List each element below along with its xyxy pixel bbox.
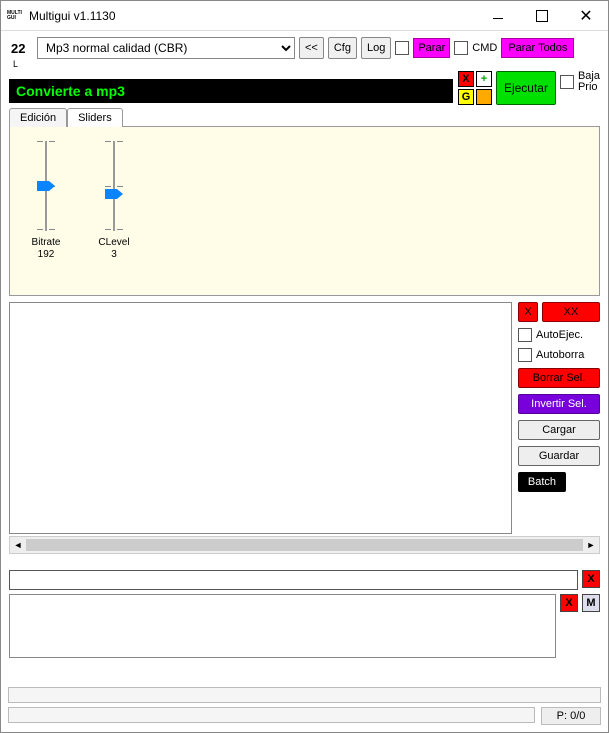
add-button[interactable]: + bbox=[476, 71, 492, 87]
file-list-hscroll[interactable]: ◄ ► bbox=[9, 536, 600, 554]
ejecutar-button[interactable]: Ejecutar bbox=[496, 71, 556, 105]
preset-select[interactable]: Mp3 normal calidad (CBR) bbox=[37, 37, 295, 59]
cmd-label: CMD bbox=[472, 42, 497, 54]
parar-button[interactable]: Parar bbox=[413, 38, 450, 58]
file-list[interactable] bbox=[9, 302, 512, 534]
preset-number: 22 bbox=[11, 41, 33, 56]
delete-all-button[interactable]: XX bbox=[542, 302, 600, 322]
command-input[interactable] bbox=[9, 570, 578, 590]
remove-button[interactable]: X bbox=[458, 71, 474, 87]
m-button[interactable]: M bbox=[582, 594, 600, 612]
back-button[interactable]: << bbox=[299, 37, 324, 59]
scroll-left-icon[interactable]: ◄ bbox=[10, 537, 26, 553]
operation-banner: Convierte a mp3 bbox=[9, 79, 453, 103]
cargar-button[interactable]: Cargar bbox=[518, 420, 600, 440]
output-area[interactable] bbox=[9, 594, 556, 658]
g-button[interactable]: G bbox=[458, 89, 474, 105]
baja-prio-checkbox[interactable] bbox=[560, 75, 574, 89]
invertir-sel-button[interactable]: Invertir Sel. bbox=[518, 394, 600, 414]
tab-edicion[interactable]: Edición bbox=[9, 108, 67, 127]
borrar-sel-button[interactable]: Borrar Sel. bbox=[518, 368, 600, 388]
progress-bar-1 bbox=[8, 687, 601, 703]
bitrate-slider[interactable] bbox=[45, 141, 47, 231]
cmd-checkbox[interactable] bbox=[454, 41, 468, 55]
tab-sliders[interactable]: Sliders bbox=[67, 108, 123, 127]
baja-label-2: Prio bbox=[578, 82, 600, 93]
close-button[interactable]: ✕ bbox=[564, 2, 608, 30]
scroll-right-icon[interactable]: ► bbox=[583, 537, 599, 553]
clevel-thumb-icon[interactable] bbox=[105, 189, 123, 199]
bitrate-label: Bitrate bbox=[32, 237, 61, 248]
autoejec-label: AutoEjec. bbox=[536, 329, 583, 341]
guardar-button[interactable]: Guardar bbox=[518, 446, 600, 466]
batch-button[interactable]: Batch bbox=[518, 472, 566, 492]
progress-bar-2 bbox=[8, 707, 535, 723]
progress-count: P: 0/0 bbox=[541, 707, 601, 725]
bitrate-value: 192 bbox=[38, 249, 55, 260]
autoborra-label: Autoborra bbox=[536, 349, 584, 361]
log-checkbox[interactable] bbox=[395, 41, 409, 55]
autoborra-checkbox[interactable] bbox=[518, 348, 532, 362]
autoejec-checkbox[interactable] bbox=[518, 328, 532, 342]
sliders-panel: Bitrate 192 CLevel 3 bbox=[9, 126, 600, 296]
clear-output-button[interactable]: X bbox=[560, 594, 578, 612]
orange-button[interactable] bbox=[476, 89, 492, 105]
clevel-slider[interactable] bbox=[113, 141, 115, 231]
log-button[interactable]: Log bbox=[361, 37, 391, 59]
bitrate-thumb-icon[interactable] bbox=[37, 181, 55, 191]
delete-one-button[interactable]: X bbox=[518, 302, 538, 322]
maximize-button[interactable] bbox=[520, 2, 564, 30]
clevel-label: CLevel bbox=[98, 237, 129, 248]
letter-l: L bbox=[1, 59, 608, 69]
parar-todos-button[interactable]: Parar Todos bbox=[501, 38, 574, 58]
cfg-button[interactable]: Cfg bbox=[328, 37, 357, 59]
app-icon: MULTIGUI bbox=[7, 8, 23, 24]
clevel-value: 3 bbox=[111, 249, 117, 260]
minimize-button[interactable] bbox=[476, 2, 520, 30]
window-title: Multigui v1.1130 bbox=[29, 9, 116, 23]
clear-input-button[interactable]: X bbox=[582, 570, 600, 588]
